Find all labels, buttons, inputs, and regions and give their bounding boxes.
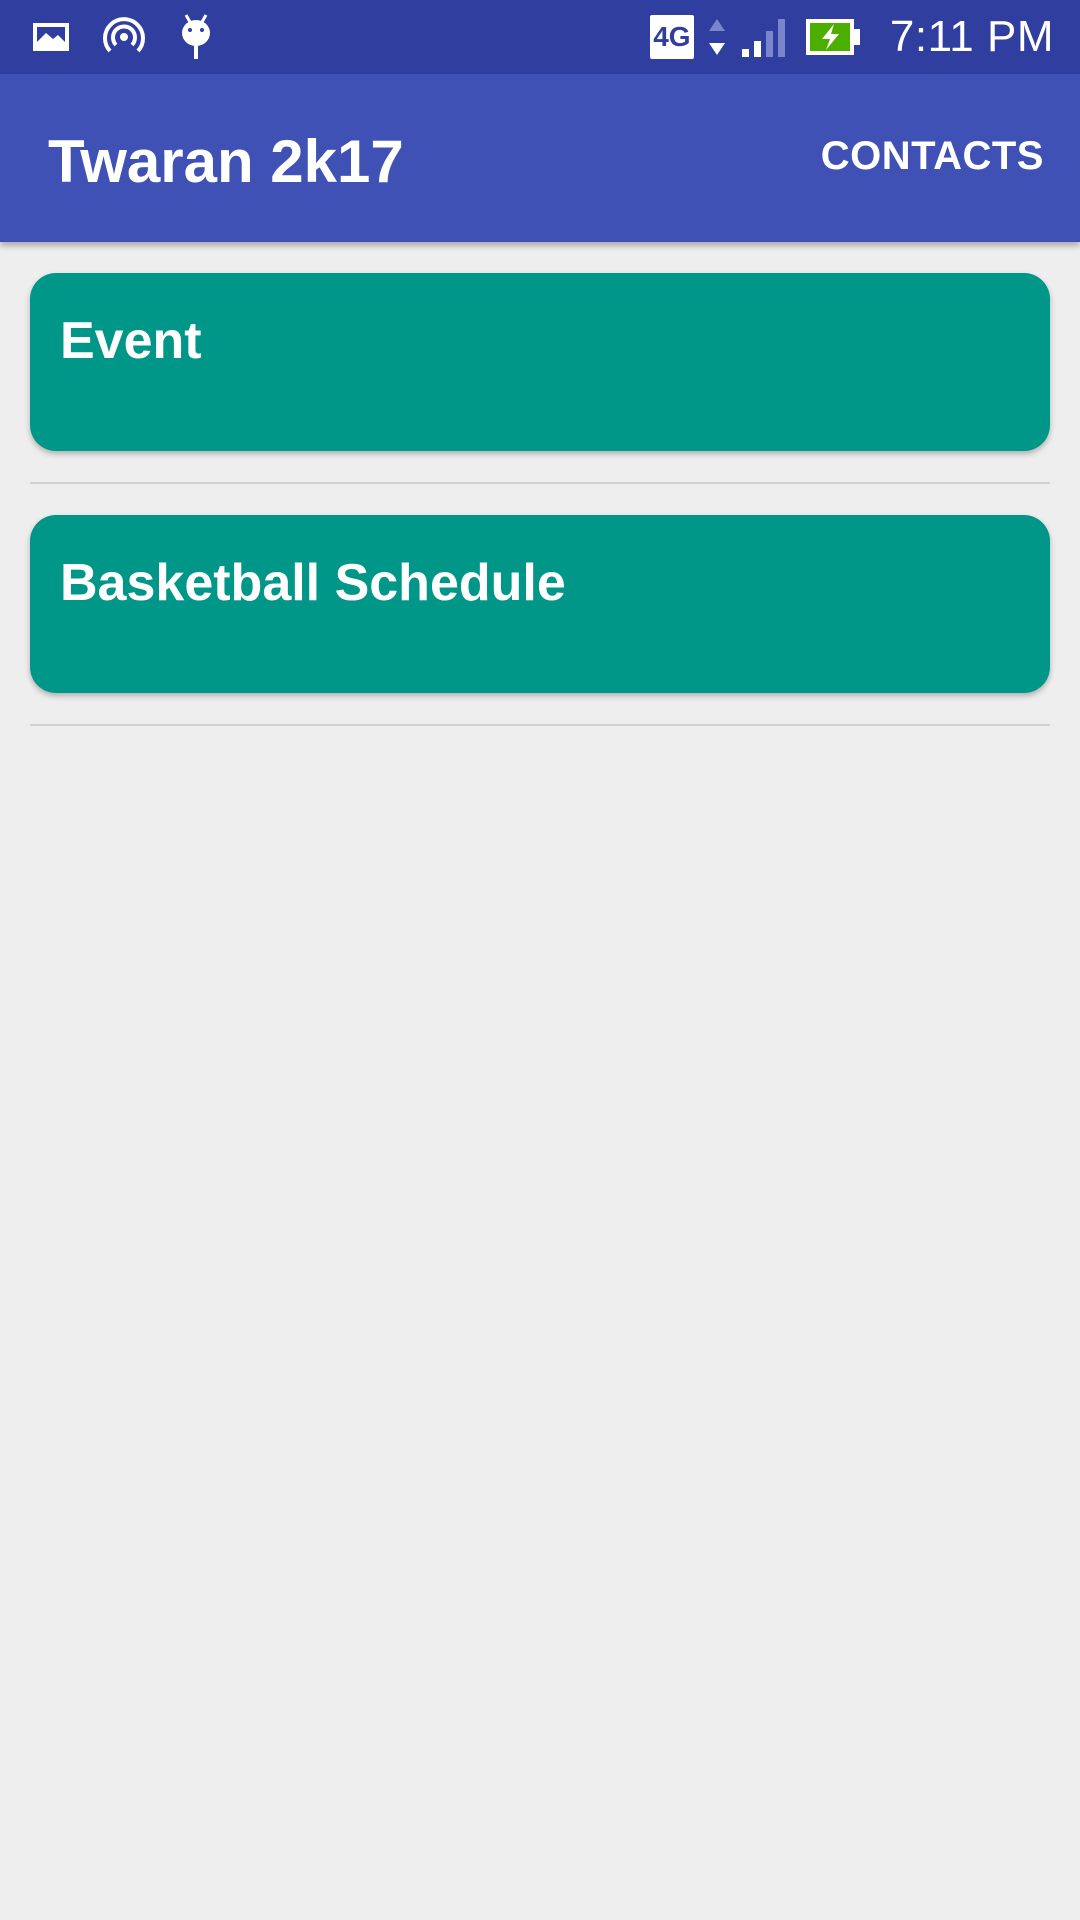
network-type-badge: 4G bbox=[649, 15, 694, 59]
hotspot-icon bbox=[102, 15, 146, 59]
app-title: Twaran 2k17 bbox=[48, 128, 404, 195]
event-card[interactable]: Event bbox=[30, 273, 1050, 451]
contacts-button[interactable]: CONTACTS bbox=[821, 132, 1044, 180]
app-bar: Twaran 2k17 CONTACTS bbox=[0, 74, 1080, 242]
card-title: Event bbox=[60, 312, 202, 370]
signal-icon bbox=[740, 15, 790, 59]
basketball-schedule-card[interactable]: Basketball Schedule bbox=[30, 515, 1050, 693]
battery-charging-icon bbox=[804, 17, 862, 57]
event-list: Event Basketball Schedule bbox=[30, 242, 1050, 726]
status-bar: 4G 7:11 PM bbox=[0, 0, 1080, 74]
status-left-icons bbox=[32, 14, 214, 60]
android-debug-icon bbox=[178, 13, 214, 61]
list-item: Event bbox=[30, 242, 1050, 484]
data-arrows-icon bbox=[708, 17, 726, 57]
card-title: Basketball Schedule bbox=[60, 554, 566, 612]
status-clock: 7:11 PM bbox=[889, 12, 1054, 61]
image-icon bbox=[32, 22, 70, 52]
list-item: Basketball Schedule bbox=[30, 484, 1050, 726]
status-right-icons: 4G 7:11 PM bbox=[649, 12, 1054, 62]
